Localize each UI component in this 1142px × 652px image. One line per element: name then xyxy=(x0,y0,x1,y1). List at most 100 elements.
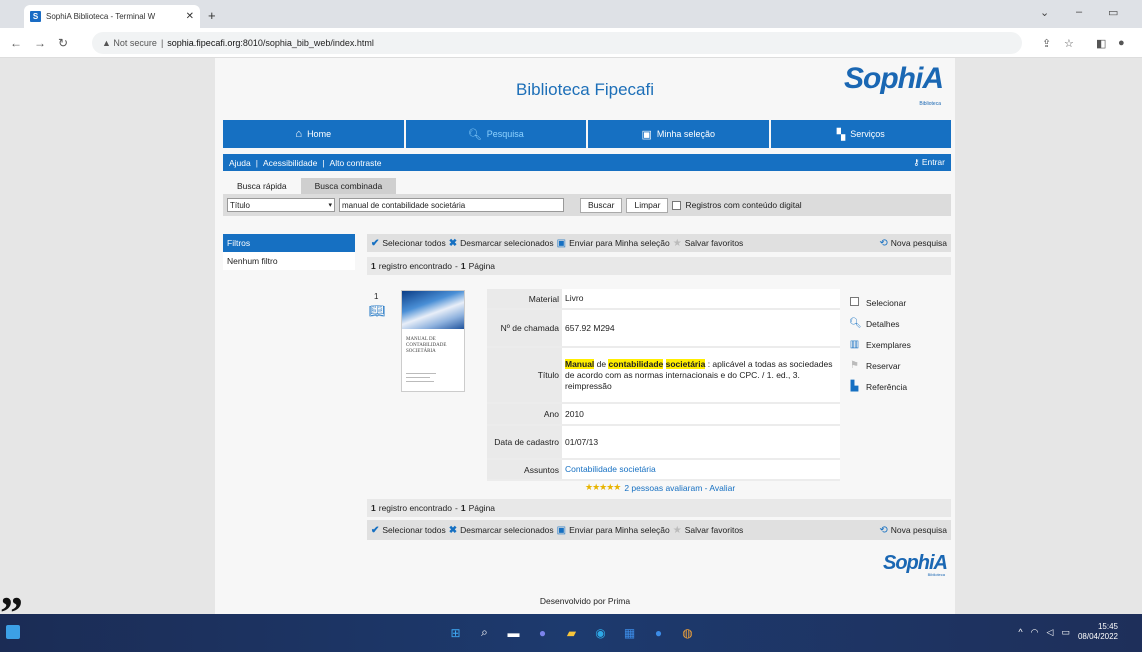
new-search-link[interactable]: ⟲ Nova pesquisa xyxy=(879,238,947,249)
wifi-icon[interactable]: ◠ xyxy=(1031,627,1039,638)
book-icon: 📖︎ xyxy=(369,303,386,318)
not-secure-indicator[interactable]: ▲ Not secure xyxy=(102,38,157,48)
detail-row: Título Manual de contabilidade societári… xyxy=(487,348,840,404)
widgets-icon[interactable] xyxy=(6,625,20,639)
back-icon[interactable]: ← xyxy=(10,36,22,50)
gift-icon: ▣ xyxy=(556,524,567,536)
results-count-bottom: 1 registro encontrado - 1 Página xyxy=(367,499,951,517)
title-value: Manual de contabilidade societária : apl… xyxy=(565,358,833,391)
nav-home[interactable]: ⌂ Home xyxy=(223,120,404,148)
edge-icon[interactable]: ◉ xyxy=(591,623,610,642)
chrome-icon[interactable]: ◍ xyxy=(678,623,697,642)
deselect-button[interactable]: Desmarcar selecionados xyxy=(460,525,554,535)
file-explorer-icon[interactable]: ▰ xyxy=(562,623,581,642)
login-link[interactable]: ⚷ Entrar xyxy=(913,157,945,168)
cover-title: MANUAL DE CONTABILIDADE SOCIETÁRIA xyxy=(406,337,447,354)
link-acessibilidade[interactable]: Acessibilidade xyxy=(263,158,317,168)
rating: ★★★★★ 2 pessoas avaliaram - Avaliar xyxy=(585,482,735,493)
bookmark-star-icon[interactable]: ☆ xyxy=(1064,37,1074,50)
field-select[interactable]: Título ▾ xyxy=(227,198,335,212)
tab-busca-combinada[interactable]: Busca combinada xyxy=(300,178,397,194)
link-alto-contraste[interactable]: Alto contraste xyxy=(330,158,382,168)
filters-header: Filtros xyxy=(223,234,355,252)
clock[interactable]: 15:45 08/04/2022 xyxy=(1078,622,1118,642)
star-icon: ★ xyxy=(672,237,682,249)
send-selection-button[interactable]: Enviar para Minha seleção xyxy=(569,238,670,248)
new-search-link[interactable]: ⟲ Nova pesquisa xyxy=(879,525,947,536)
copies-link[interactable]: ▥ Exemplares xyxy=(849,334,911,355)
select-all-button[interactable]: Selecionar todos xyxy=(382,238,445,248)
forward-icon[interactable]: → xyxy=(34,36,46,50)
x-icon: ✖ xyxy=(448,524,458,536)
chevron-up-icon[interactable]: ^ xyxy=(1018,627,1022,637)
profile-icon[interactable]: ● xyxy=(1118,37,1125,49)
reload-icon[interactable]: ↻ xyxy=(58,36,68,50)
address-bar: ← → ↻ ▲ Not secure | sophia.fipecafi.org… xyxy=(0,28,1142,58)
store-icon[interactable]: ▦ xyxy=(620,623,639,642)
select-all-button[interactable]: Selecionar todos xyxy=(382,525,445,535)
search-icon: 🔍︎ xyxy=(467,128,482,141)
share-icon[interactable]: ⇪ xyxy=(1042,37,1051,50)
browser-tab-bar: S SophiA Biblioteca - Terminal W ✕ + ⌄ –… xyxy=(0,0,1142,28)
nav-minha-selecao[interactable]: ▣ Minha seleção xyxy=(588,120,769,148)
detail-row: Material Livro xyxy=(487,289,840,310)
rating-link[interactable]: 2 pessoas avaliaram - Avaliar xyxy=(624,483,735,493)
buscar-button[interactable]: Buscar xyxy=(580,197,623,213)
search-tabs: Busca rápida Busca combinada xyxy=(223,178,397,194)
taskbar-apps: ⊞ ⌕ ▬ ● ▰ ◉ ▦ ● ◍ xyxy=(446,623,697,642)
x-icon: ✖ xyxy=(448,237,458,249)
sophia-logo-sub: Biblioteca xyxy=(919,101,941,107)
chat-icon[interactable]: ● xyxy=(533,623,552,642)
taskbar: ⊞ ⌕ ▬ ● ▰ ◉ ▦ ● ◍ ^ ◠ ◁ ▭ 15:45 08/04/20… xyxy=(0,614,1142,652)
chevron-down-icon: ▾ xyxy=(328,202,332,209)
nav-pesquisa[interactable]: 🔍︎ Pesquisa xyxy=(405,120,586,148)
rating-stars-icon[interactable]: ★★★★★ xyxy=(585,482,621,493)
sophia-logo-footer-sub: Biblioteca xyxy=(927,572,945,577)
cadastro-value: 01/07/13 xyxy=(565,436,599,447)
digital-content-checkbox[interactable] xyxy=(672,200,682,210)
nav-servicos[interactable]: ▚ Serviços xyxy=(770,120,951,148)
maximize-icon[interactable]: ▭ xyxy=(1108,6,1118,19)
browser-tab[interactable]: S SophiA Biblioteca - Terminal W ✕ xyxy=(24,5,200,28)
minimize-icon[interactable]: – xyxy=(1076,6,1082,18)
task-view-icon[interactable]: ▬ xyxy=(504,623,523,642)
send-selection-button[interactable]: Enviar para Minha seleção xyxy=(569,525,670,535)
results-count-top: 1 registro encontrado - 1 Página xyxy=(367,257,951,275)
battery-icon[interactable]: ▭ xyxy=(1061,627,1070,638)
deselect-button[interactable]: Desmarcar selecionados xyxy=(460,238,554,248)
side-panel-icon[interactable]: ◧ xyxy=(1096,37,1106,50)
details-link[interactable]: 🔍︎ Detalhes xyxy=(849,313,911,334)
checkbox-icon xyxy=(849,296,860,309)
url-field[interactable]: ▲ Not secure | sophia.fipecafi.org :8010… xyxy=(92,32,1022,54)
search-icon[interactable]: ⌕ xyxy=(475,623,494,642)
gift-icon: ▣ xyxy=(556,237,567,249)
sophia-favicon-icon: S xyxy=(30,11,41,22)
gift-icon: ▣ xyxy=(641,128,652,141)
search-input[interactable]: manual de contabilidade societária xyxy=(339,198,564,212)
save-favorites-button[interactable]: Salvar favoritos xyxy=(685,238,744,248)
windows-start-icon[interactable]: ⊞ xyxy=(446,623,465,642)
book-cover[interactable]: MANUAL DE CONTABILIDADE SOCIETÁRIA xyxy=(401,290,465,392)
system-tray: ^ ◠ ◁ ▭ 15:45 08/04/2022 xyxy=(1018,622,1118,642)
reserve-link[interactable]: ⚑ Reservar xyxy=(849,355,911,376)
sub-nav: Ajuda | Acessibilidade | Alto contraste … xyxy=(223,154,951,171)
detail-row: Ano 2010 xyxy=(487,404,840,426)
tab-search-icon[interactable]: ⌄ xyxy=(1040,6,1049,19)
volume-icon[interactable]: ◁ xyxy=(1047,627,1054,638)
tab-busca-rapida[interactable]: Busca rápida xyxy=(223,178,301,194)
url-path: :8010/sophia_bib_web/index.html xyxy=(240,38,374,48)
tab-title: SophiA Biblioteca - Terminal W xyxy=(46,12,156,21)
limpar-button[interactable]: Limpar xyxy=(626,197,669,213)
new-tab-icon[interactable]: + xyxy=(208,8,216,23)
close-tab-icon[interactable]: ✕ xyxy=(186,11,194,22)
detail-row: Data de cadastro 01/07/13 xyxy=(487,426,840,460)
save-favorites-button[interactable]: Salvar favoritos xyxy=(685,525,744,535)
link-ajuda[interactable]: Ajuda xyxy=(229,158,251,168)
sophia-logo[interactable]: SophiA xyxy=(844,62,944,96)
filters-empty: Nenhum filtro xyxy=(223,252,355,270)
key-icon: ⚷ xyxy=(913,157,920,167)
reference-link[interactable]: ▙ Referência xyxy=(849,376,911,397)
mail-icon[interactable]: ● xyxy=(649,623,668,642)
subject-link[interactable]: Contabilidade societária xyxy=(562,460,840,479)
select-record[interactable]: Selecionar xyxy=(849,292,911,313)
